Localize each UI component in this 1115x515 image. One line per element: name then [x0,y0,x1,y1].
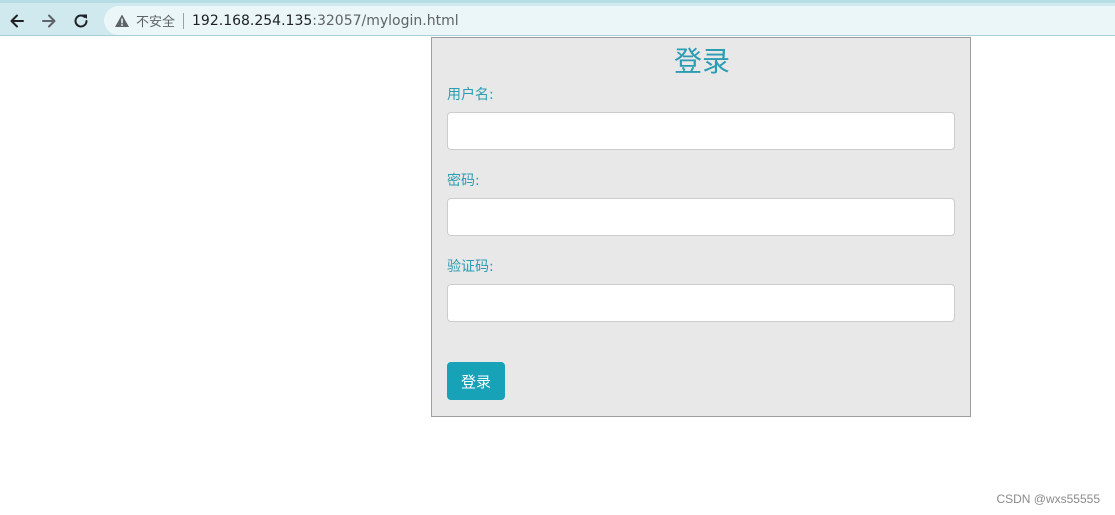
address-separator [183,12,185,29]
username-input[interactable] [447,112,955,150]
password-label: 密码: [447,173,480,189]
login-button[interactable]: 登录 [447,362,505,400]
url-host: 192.168.254.135 [192,12,313,29]
login-title: 登录 [673,45,730,78]
warning-triangle-icon[interactable] [114,13,130,29]
watermark: CSDN @wxs55555 [996,492,1100,506]
reload-icon [74,14,88,28]
captcha-label: 验证码: [447,259,494,275]
url-path: :32057/mylogin.html [312,12,459,29]
forward-arrow-icon [42,14,56,28]
address-bar[interactable]: 不安全 192.168.254.135 :32057/mylogin.html [104,6,1115,35]
login-panel: 登录 用户名: 密码: 验证码: 登录 [431,37,971,417]
username-label: 用户名: [447,87,494,103]
security-status-label[interactable]: 不安全 [136,11,175,30]
reload-button[interactable] [68,8,94,34]
back-arrow-icon [10,14,24,28]
back-button[interactable] [4,8,30,34]
captcha-input[interactable] [447,284,955,322]
password-input[interactable] [447,198,955,236]
browser-toolbar: 不安全 192.168.254.135 :32057/mylogin.html [0,0,1115,36]
forward-button[interactable] [36,8,62,34]
